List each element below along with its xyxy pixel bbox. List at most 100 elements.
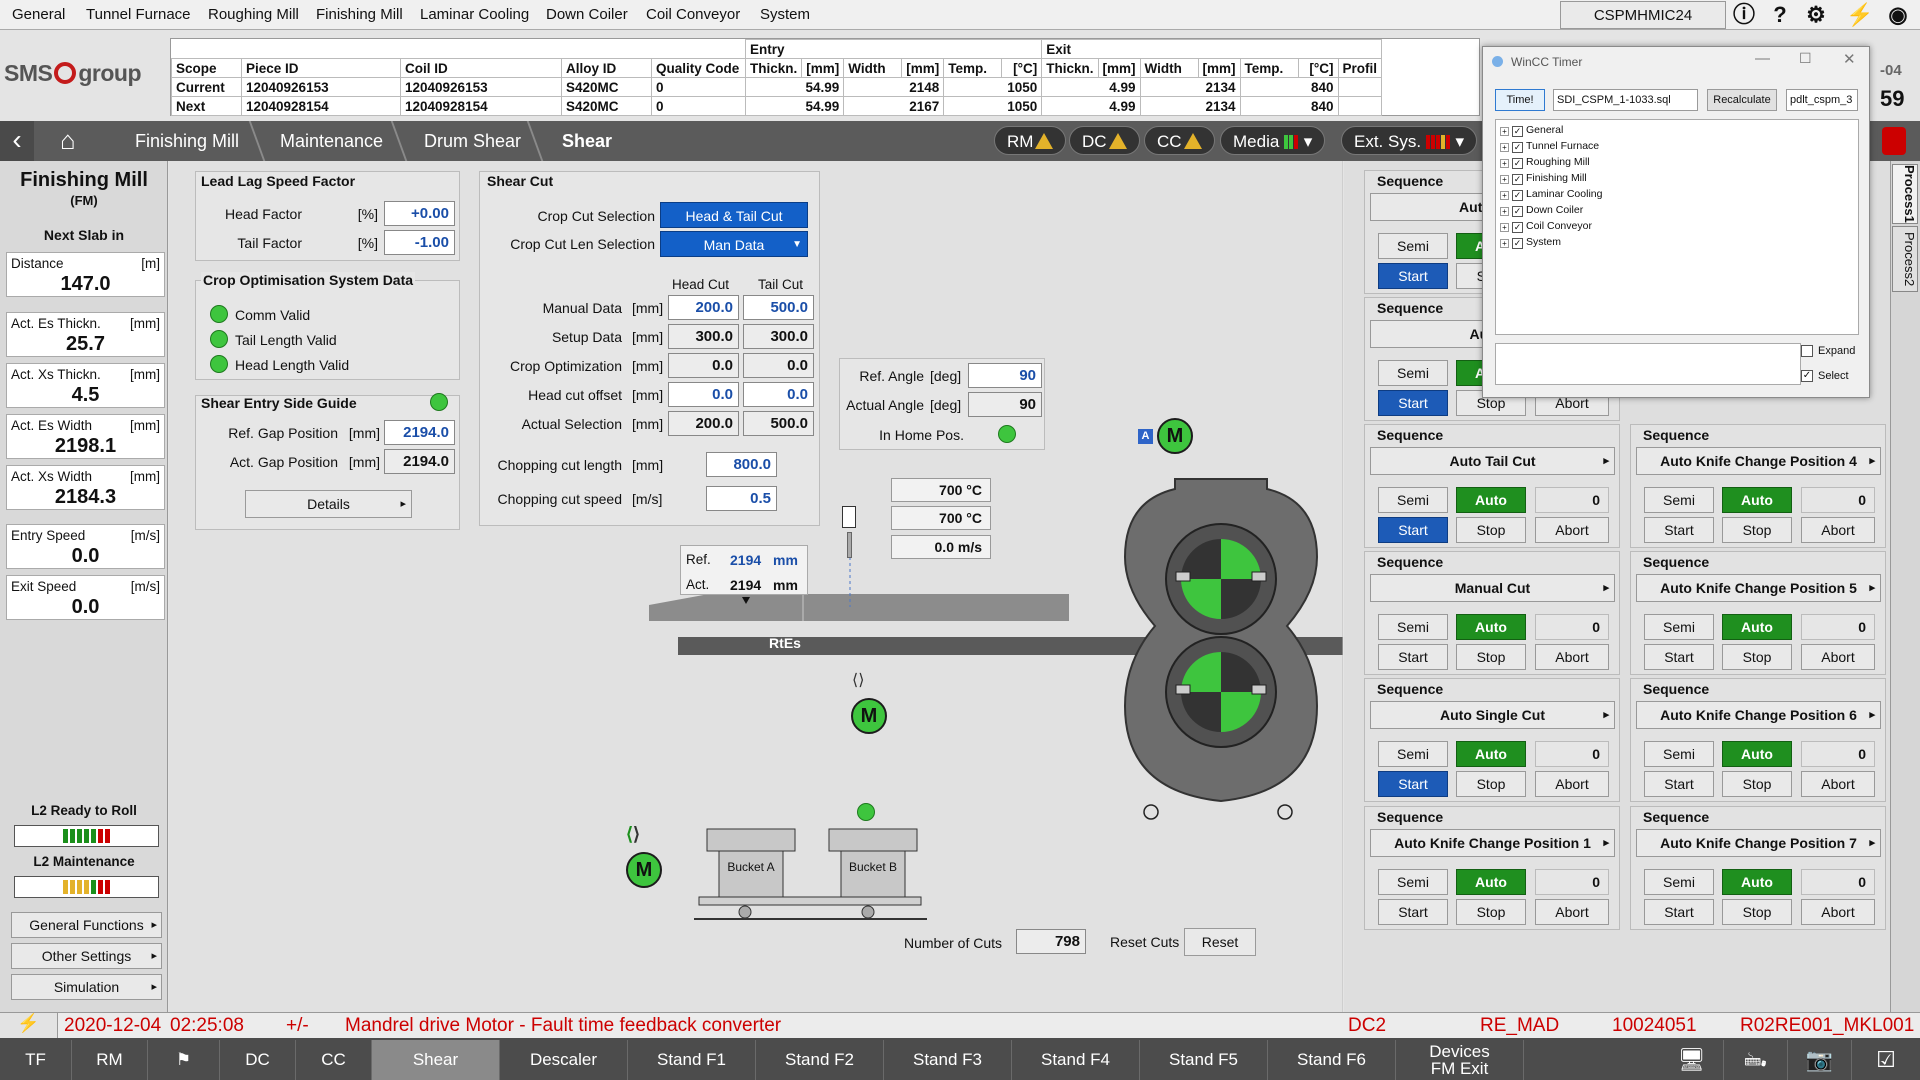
taskbar-dc[interactable]: DC bbox=[220, 1040, 296, 1080]
sequence-name-button[interactable]: Auto Knife Change Position 1 bbox=[1370, 829, 1615, 857]
auto-button[interactable]: Auto bbox=[1456, 869, 1526, 895]
taskbar-stand-f5[interactable]: Stand F5 bbox=[1140, 1040, 1268, 1080]
tree-item-coil-conveyor[interactable]: + ✓ Coil Conveyor bbox=[1500, 220, 1592, 233]
direction-arrows-icon[interactable]: ⟨⟩ bbox=[852, 670, 864, 690]
abort-button[interactable]: Abort bbox=[1535, 517, 1609, 543]
auto-button[interactable]: Auto bbox=[1456, 741, 1526, 767]
recalculate-button[interactable]: Recalculate bbox=[1707, 89, 1777, 111]
taskbar-stand-f3[interactable]: Stand F3 bbox=[884, 1040, 1012, 1080]
expand-icon[interactable]: + bbox=[1500, 143, 1509, 152]
camera-icon[interactable]: 📷 bbox=[1788, 1040, 1852, 1080]
semi-button[interactable]: Semi bbox=[1644, 487, 1714, 513]
minimize-icon[interactable]: — bbox=[1755, 50, 1770, 67]
semi-button[interactable]: Semi bbox=[1378, 487, 1448, 513]
stop-button[interactable]: Stop bbox=[1722, 899, 1792, 925]
checkbox-icon[interactable]: ✓ bbox=[1512, 142, 1523, 153]
select-checkbox[interactable]: ✓ bbox=[1801, 370, 1813, 382]
menu-roughing-mill[interactable]: Roughing Mill bbox=[208, 6, 299, 23]
stop-button[interactable]: Stop bbox=[1722, 771, 1792, 797]
taskbar-shear[interactable]: Shear bbox=[372, 1040, 500, 1080]
expand-icon[interactable]: + bbox=[1500, 239, 1509, 248]
database-input[interactable]: pdlt_cspm_3 bbox=[1786, 89, 1858, 111]
menu-laminar-cooling[interactable]: Laminar Cooling bbox=[420, 6, 529, 23]
direction-arrows-icon[interactable]: ⟨⟩ bbox=[626, 824, 640, 845]
auto-button[interactable]: Auto bbox=[1722, 487, 1792, 513]
other-settings-button[interactable]: Other Settings bbox=[11, 943, 162, 969]
general-functions-button[interactable]: General Functions bbox=[11, 912, 162, 938]
auto-button[interactable]: Auto bbox=[1722, 614, 1792, 640]
checkbox-icon[interactable]: ✓ bbox=[1512, 190, 1523, 201]
checkbox-icon[interactable]: ✓ bbox=[1512, 206, 1523, 217]
start-button[interactable]: Start bbox=[1378, 517, 1448, 543]
dc-status-button[interactable]: DC bbox=[1069, 126, 1140, 155]
breadcrumb-drum-shear[interactable]: Drum Shear bbox=[424, 131, 521, 152]
stop-button[interactable]: Stop bbox=[1722, 517, 1792, 543]
start-button[interactable]: Start bbox=[1644, 517, 1714, 543]
sequence-name-button[interactable]: Auto Knife Change Position 6 bbox=[1636, 701, 1881, 729]
taskbar-cc[interactable]: CC bbox=[296, 1040, 372, 1080]
start-button[interactable]: Start bbox=[1378, 644, 1448, 670]
auto-button[interactable]: Auto bbox=[1722, 869, 1792, 895]
simulation-button[interactable]: Simulation bbox=[11, 974, 162, 1000]
abort-button[interactable]: Abort bbox=[1535, 899, 1609, 925]
checkbox-icon[interactable]: ✓ bbox=[1512, 174, 1523, 185]
tree-item-roughing-mill[interactable]: + ✓ Roughing Mill bbox=[1500, 156, 1590, 169]
semi-button[interactable]: Semi bbox=[1644, 741, 1714, 767]
drum-shear-motor[interactable]: M bbox=[1157, 418, 1193, 454]
taskbar-tf[interactable]: TF bbox=[0, 1040, 72, 1080]
media-status-button[interactable]: Media ▾ bbox=[1220, 126, 1326, 155]
abort-button[interactable]: Abort bbox=[1801, 771, 1875, 797]
output-textbox[interactable] bbox=[1495, 343, 1801, 385]
bucket-cart-motor[interactable]: M bbox=[626, 852, 662, 888]
sequence-name-button[interactable]: Auto Single Cut bbox=[1370, 701, 1615, 729]
monitor-settings-icon[interactable]: 🖦 bbox=[1724, 1040, 1788, 1080]
expand-icon[interactable]: + bbox=[1500, 191, 1509, 200]
semi-button[interactable]: Semi bbox=[1378, 233, 1448, 259]
stop-button[interactable]: Stop bbox=[1456, 899, 1526, 925]
taskbar-flag[interactable]: ⚑ bbox=[148, 1040, 220, 1080]
sql-file-input[interactable]: SDI_CSPM_1-1033.sql bbox=[1553, 89, 1698, 111]
home-icon[interactable]: ⌂ bbox=[60, 125, 94, 155]
back-icon[interactable]: ‹ bbox=[0, 121, 34, 161]
checkbox-icon[interactable]: ✓ bbox=[1512, 158, 1523, 169]
sequence-name-button[interactable]: Auto Knife Change Position 7 bbox=[1636, 829, 1881, 857]
tree-item-tunnel-furnace[interactable]: + ✓ Tunnel Furnace bbox=[1500, 140, 1599, 153]
checkmark-icon[interactable]: ☑ bbox=[1852, 1040, 1920, 1080]
alarm-status-bar[interactable]: ⚡ 2020-12-04 02:25:08 +/- Mandrel drive … bbox=[0, 1012, 1920, 1038]
eye-icon[interactable]: ◉ bbox=[1880, 1, 1916, 29]
expand-icon[interactable]: + bbox=[1500, 127, 1509, 136]
menu-finishing-mill[interactable]: Finishing Mill bbox=[316, 6, 403, 23]
lightning-icon[interactable]: ⚡ bbox=[1842, 1, 1878, 29]
menu-down-coiler[interactable]: Down Coiler bbox=[546, 6, 628, 23]
taskbar-devices-fm-exit[interactable]: Devices FM Exit bbox=[1396, 1040, 1524, 1080]
taskbar-stand-f1[interactable]: Stand F1 bbox=[628, 1040, 756, 1080]
expand-icon[interactable]: + bbox=[1500, 159, 1509, 168]
abort-button[interactable]: Abort bbox=[1535, 644, 1609, 670]
alarm-indicator[interactable] bbox=[1882, 127, 1906, 155]
expand-icon[interactable]: + bbox=[1500, 207, 1509, 216]
stop-button[interactable]: Stop bbox=[1456, 517, 1526, 543]
start-button[interactable]: Start bbox=[1644, 644, 1714, 670]
auto-button[interactable]: Auto bbox=[1722, 741, 1792, 767]
monitor-icon[interactable]: 🖥 bbox=[1660, 1040, 1724, 1080]
lightning-icon[interactable]: ⚡ bbox=[0, 1013, 58, 1038]
expand-icon[interactable]: + bbox=[1500, 223, 1509, 232]
start-button[interactable]: Start bbox=[1378, 390, 1448, 416]
help-icon[interactable]: ? bbox=[1762, 1, 1798, 29]
abort-button[interactable]: Abort bbox=[1801, 899, 1875, 925]
tab-process1[interactable]: Process1 bbox=[1892, 164, 1918, 224]
menu-general[interactable]: General bbox=[12, 6, 65, 23]
auto-button[interactable]: Auto bbox=[1456, 614, 1526, 640]
abort-button[interactable]: Abort bbox=[1535, 771, 1609, 797]
expand-checkbox[interactable] bbox=[1801, 345, 1813, 357]
maximize-icon[interactable]: ☐ bbox=[1799, 50, 1812, 67]
sequence-name-button[interactable]: Auto Tail Cut bbox=[1370, 447, 1615, 475]
start-button[interactable]: Start bbox=[1378, 771, 1448, 797]
menu-tunnel-furnace[interactable]: Tunnel Furnace bbox=[86, 6, 191, 23]
checkbox-icon[interactable]: ✓ bbox=[1512, 126, 1523, 137]
tree-item-laminar-cooling[interactable]: + ✓ Laminar Cooling bbox=[1500, 188, 1602, 201]
taskbar-rm[interactable]: RM bbox=[72, 1040, 148, 1080]
sequence-name-button[interactable]: Manual Cut bbox=[1370, 574, 1615, 602]
gear-icon[interactable]: ⚙ bbox=[1798, 1, 1834, 29]
semi-button[interactable]: Semi bbox=[1644, 869, 1714, 895]
